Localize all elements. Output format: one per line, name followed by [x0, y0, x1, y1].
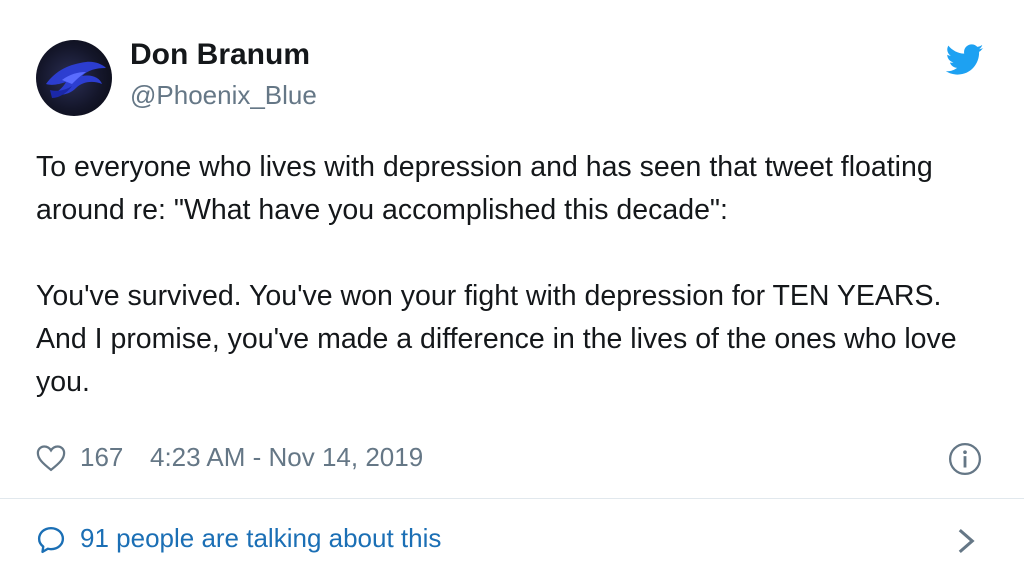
- conversation-link[interactable]: 91 people are talking about this: [0, 499, 1024, 574]
- like-count[interactable]: 167: [80, 442, 123, 473]
- tweet-card: Don Branum @Phoenix_Blue To everyone who…: [0, 0, 1024, 574]
- tweet-meta-row: 167 4:23 AM - Nov 14, 2019: [36, 438, 996, 478]
- twitter-bird-icon[interactable]: [946, 44, 984, 76]
- heart-icon[interactable]: [36, 444, 66, 472]
- tweet-paragraph: You've survived. You've won your fight w…: [36, 280, 957, 398]
- tweet-paragraph: To everyone who lives with depression an…: [36, 151, 933, 226]
- tweet-timestamp[interactable]: 4:23 AM - Nov 14, 2019: [150, 442, 423, 473]
- chevron-right-icon[interactable]: [956, 527, 976, 555]
- author-name[interactable]: Don Branum: [130, 38, 310, 72]
- author-handle[interactable]: @Phoenix_Blue: [130, 80, 317, 111]
- conversation-count-text[interactable]: 91 people are talking about this: [80, 523, 441, 554]
- info-icon[interactable]: [948, 442, 982, 476]
- speech-bubble-icon: [37, 526, 65, 554]
- phoenix-icon: [46, 61, 106, 98]
- tweet-text: To everyone who lives with depression an…: [36, 146, 996, 404]
- avatar[interactable]: [36, 40, 112, 116]
